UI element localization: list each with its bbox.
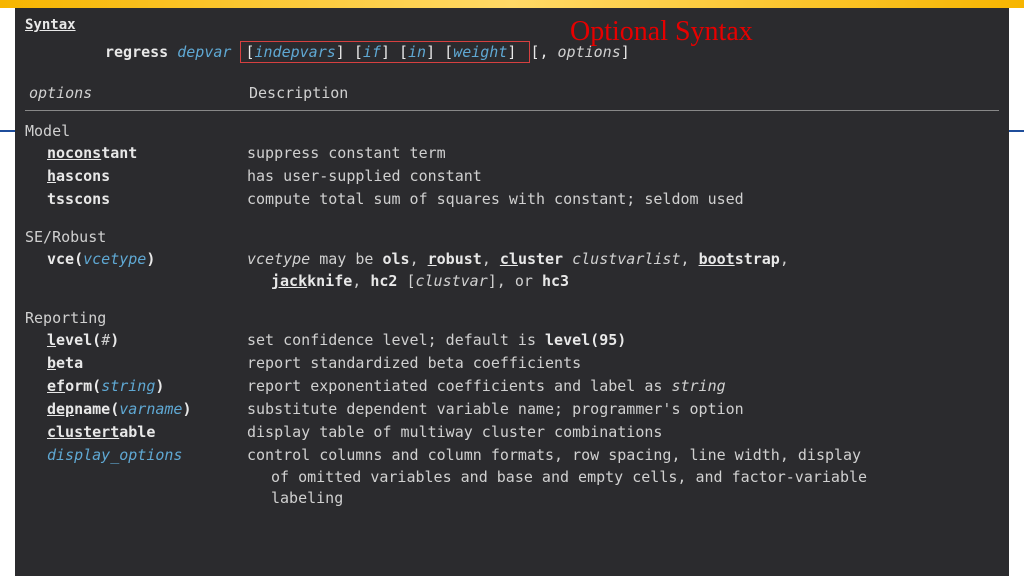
cmd-weight[interactable]: weight [453,43,507,61]
opt-hascons: hascons has user-supplied constant [25,165,999,188]
group-model: Model [25,121,999,142]
divider [25,110,999,111]
side-rule-right [1009,130,1024,132]
command-syntax: regress depvar [indepvars] [if] [in] [we… [105,42,999,63]
opt-beta: beta report standardized beta coefficien… [25,352,999,375]
group-reporting: Reporting [25,308,999,329]
opt-clustertable: clustertable display table of multiway c… [25,421,999,444]
col-options: options [25,83,249,104]
opt-level: level(#) set confidence level; default i… [25,329,999,352]
optional-box: [indepvars] [if] [in] [weight] [240,41,530,63]
cmd-in[interactable]: in [408,43,426,61]
cmd-if[interactable]: if [363,43,381,61]
opt-eform: eform(string) report exponentiated coeff… [25,375,999,398]
group-se: SE/Robust [25,227,999,248]
opt-display-options: display_options control columns and colu… [25,444,999,467]
callout-title: Optional Syntax [570,16,753,48]
gold-bar [0,0,1024,8]
cmd-depvar[interactable]: depvar [177,43,231,61]
opt-tsscons: tsscons compute total sum of squares wit… [25,188,999,211]
cmd-indepvars[interactable]: indepvars [255,43,336,61]
opt-depname: depname(varname) substitute dependent va… [25,398,999,421]
opt-noconstant: noconstant suppress constant term [25,142,999,165]
opt-vce: vce(vcetype) vcetype may be ols, robust,… [25,248,999,271]
cmd-regress: regress [105,43,168,61]
syntax-header: Syntax [25,16,999,36]
side-rule-left [0,130,15,132]
syntax-panel: Syntax regress depvar [indepvars] [if] [… [15,8,1009,576]
table-header: options Description [25,81,999,106]
opt-vce-cont: jackknife, hc2 [clustvar], or hc3 [25,271,999,292]
col-description: Description [249,83,999,104]
display-options-link[interactable]: display_options [47,446,182,464]
